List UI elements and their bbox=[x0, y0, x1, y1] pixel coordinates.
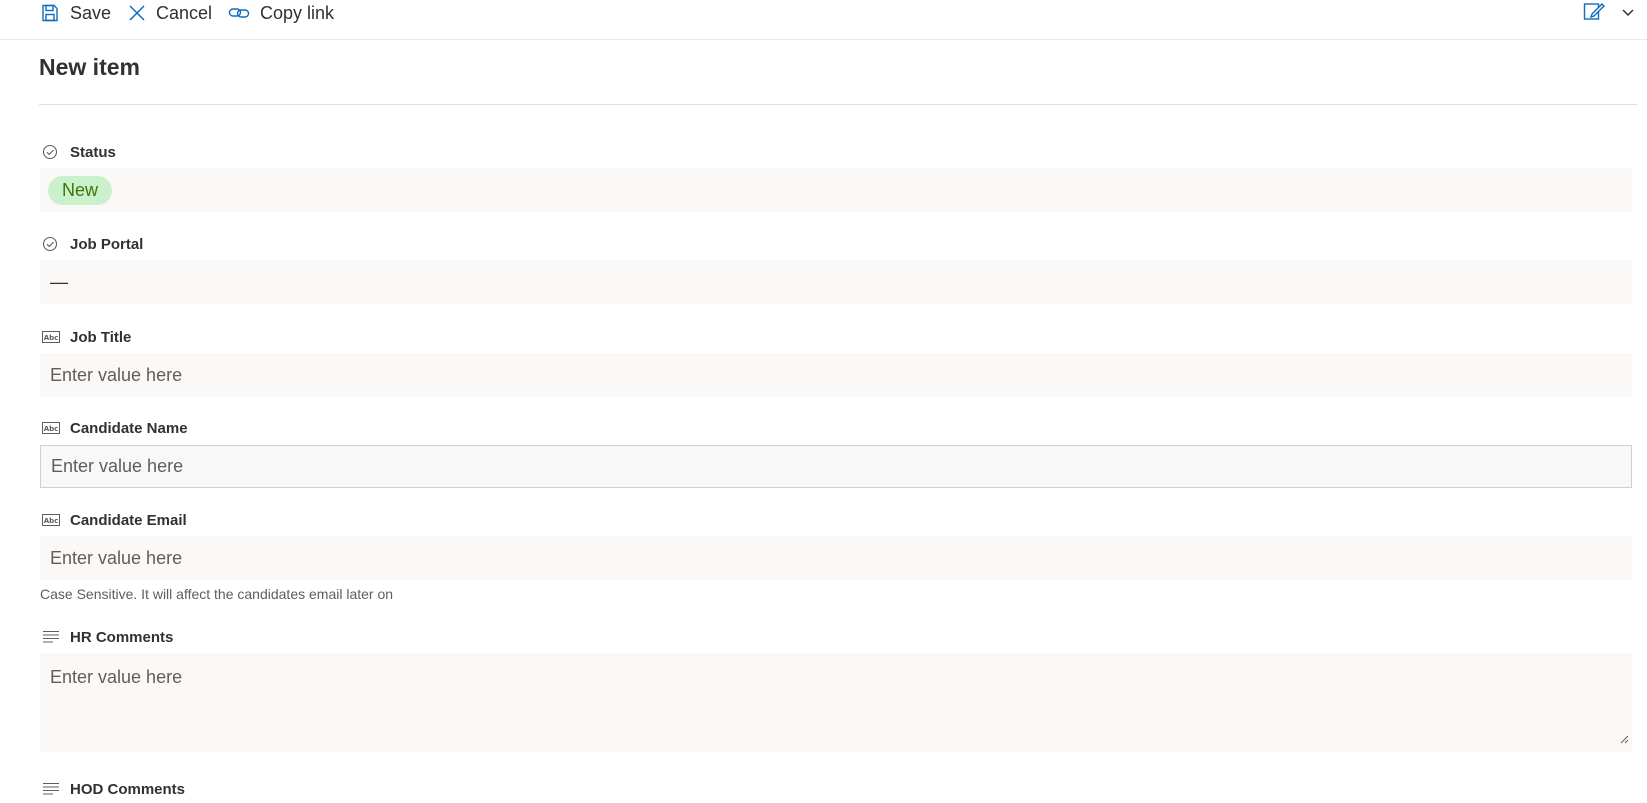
save-button[interactable]: Save bbox=[40, 0, 111, 26]
choice-check-icon bbox=[42, 144, 60, 160]
candidate-name-label: Abc Candidate Name bbox=[42, 419, 188, 437]
status-field[interactable]: New bbox=[40, 168, 1632, 212]
job-title-placeholder: Enter value here bbox=[50, 364, 183, 385]
candidate-name-placeholder: Enter value here bbox=[51, 456, 184, 476]
copy-link-button[interactable]: Copy link bbox=[228, 0, 334, 26]
close-icon bbox=[128, 4, 146, 22]
svg-text:Abc: Abc bbox=[44, 334, 59, 342]
candidate-name-input[interactable]: Enter value here bbox=[40, 445, 1632, 488]
text-field-icon: Abc bbox=[42, 514, 60, 526]
job-title-input[interactable]: Enter value here bbox=[40, 353, 1632, 397]
candidate-email-input[interactable]: Enter value here bbox=[40, 536, 1632, 580]
candidate-email-helper-text: Case Sensitive. It will affect the candi… bbox=[40, 586, 394, 602]
job-portal-value: — bbox=[50, 271, 68, 292]
cancel-label: Cancel bbox=[156, 2, 213, 23]
status-badge: New bbox=[48, 175, 113, 205]
text-field-icon: Abc bbox=[42, 422, 60, 434]
form-options bbox=[1583, 1, 1635, 25]
multiline-text-icon bbox=[42, 782, 60, 796]
save-label: Save bbox=[70, 2, 112, 23]
title-divider bbox=[39, 104, 1637, 105]
text-field-icon: Abc bbox=[42, 331, 60, 343]
candidate-email-placeholder: Enter value here bbox=[50, 547, 183, 568]
status-label: Status bbox=[42, 142, 116, 162]
command-bar: Save Cancel Copy link bbox=[0, 0, 1647, 40]
candidate-email-label: Abc Candidate Email bbox=[42, 511, 187, 529]
copy-link-label: Copy link bbox=[260, 2, 335, 23]
hr-comments-textarea[interactable]: Enter value here bbox=[40, 653, 1632, 752]
job-title-label: Abc Job Title bbox=[42, 328, 132, 346]
chevron-down-icon[interactable] bbox=[1621, 4, 1635, 22]
resize-grip-icon[interactable] bbox=[1619, 728, 1629, 749]
job-portal-label: Job Portal bbox=[42, 234, 143, 254]
svg-text:Abc: Abc bbox=[44, 425, 59, 433]
page-title: New item bbox=[39, 54, 140, 80]
multiline-text-icon bbox=[42, 630, 60, 644]
job-portal-field[interactable]: — bbox=[40, 260, 1632, 304]
link-icon bbox=[228, 4, 250, 22]
svg-text:Abc: Abc bbox=[44, 517, 59, 525]
hr-comments-placeholder: Enter value here bbox=[50, 667, 183, 687]
cancel-button[interactable]: Cancel bbox=[128, 0, 212, 26]
save-icon bbox=[40, 3, 60, 23]
hr-comments-label: HR Comments bbox=[42, 627, 173, 647]
edit-form-icon[interactable] bbox=[1583, 1, 1605, 26]
choice-check-icon bbox=[42, 236, 60, 252]
hod-comments-label: HOD Comments bbox=[42, 779, 185, 799]
